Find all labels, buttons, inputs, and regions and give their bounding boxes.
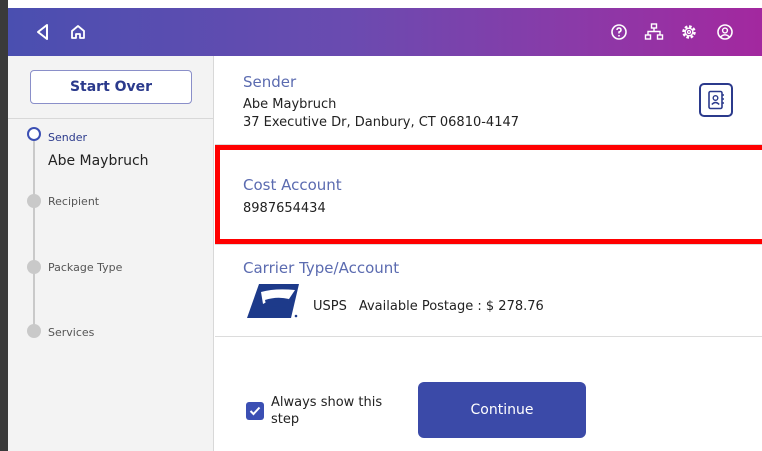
available-postage: Available Postage : $ 278.76 (358, 299, 544, 314)
step-services-indicator (27, 324, 41, 338)
highlight-box (215, 145, 762, 244)
carrier-name: USPS (313, 299, 347, 314)
step-sender-indicator (27, 127, 41, 141)
section-divider (215, 336, 762, 337)
progress-line (33, 140, 35, 330)
back-arrow-icon[interactable] (28, 8, 58, 56)
step-package-type-label[interactable]: Package Type (48, 261, 122, 274)
step-package-type-indicator (27, 260, 41, 274)
sender-title: Sender (243, 73, 297, 91)
sender-address: 37 Executive Dr, Danbury, CT 06810-4147 (243, 115, 520, 130)
help-icon[interactable] (604, 8, 634, 56)
continue-button[interactable]: Continue (418, 382, 586, 438)
step-sender-label[interactable]: Sender (48, 131, 87, 144)
carrier-info: USPS Available Postage : $ 278.76 (313, 299, 544, 314)
step-services-label[interactable]: Services (48, 326, 94, 339)
always-show-checkbox[interactable] (246, 402, 264, 420)
step-recipient-label[interactable]: Recipient (48, 195, 99, 208)
settings-gear-icon[interactable] (674, 8, 704, 56)
top-bar (8, 8, 762, 56)
account-icon[interactable] (710, 8, 740, 56)
usps-eagle-icon (247, 284, 299, 318)
sender-name: Abe Maybruch (243, 97, 337, 112)
always-show-label[interactable]: Always show this step (271, 394, 401, 428)
sidebar-divider (8, 118, 214, 119)
address-book-icon[interactable] (699, 83, 733, 117)
home-icon[interactable] (63, 8, 93, 56)
network-icon[interactable] (639, 8, 669, 56)
main-panel: Sender Abe Maybruch 37 Executive Dr, Dan… (215, 56, 762, 451)
start-over-button[interactable]: Start Over (30, 70, 192, 104)
section-divider (215, 244, 762, 245)
step-recipient-indicator (27, 194, 41, 208)
carrier-title: Carrier Type/Account (243, 259, 400, 277)
sidebar: Start Over Sender Abe Maybruch Recipient… (8, 56, 214, 451)
step-sender-value: Abe Maybruch (48, 153, 149, 169)
